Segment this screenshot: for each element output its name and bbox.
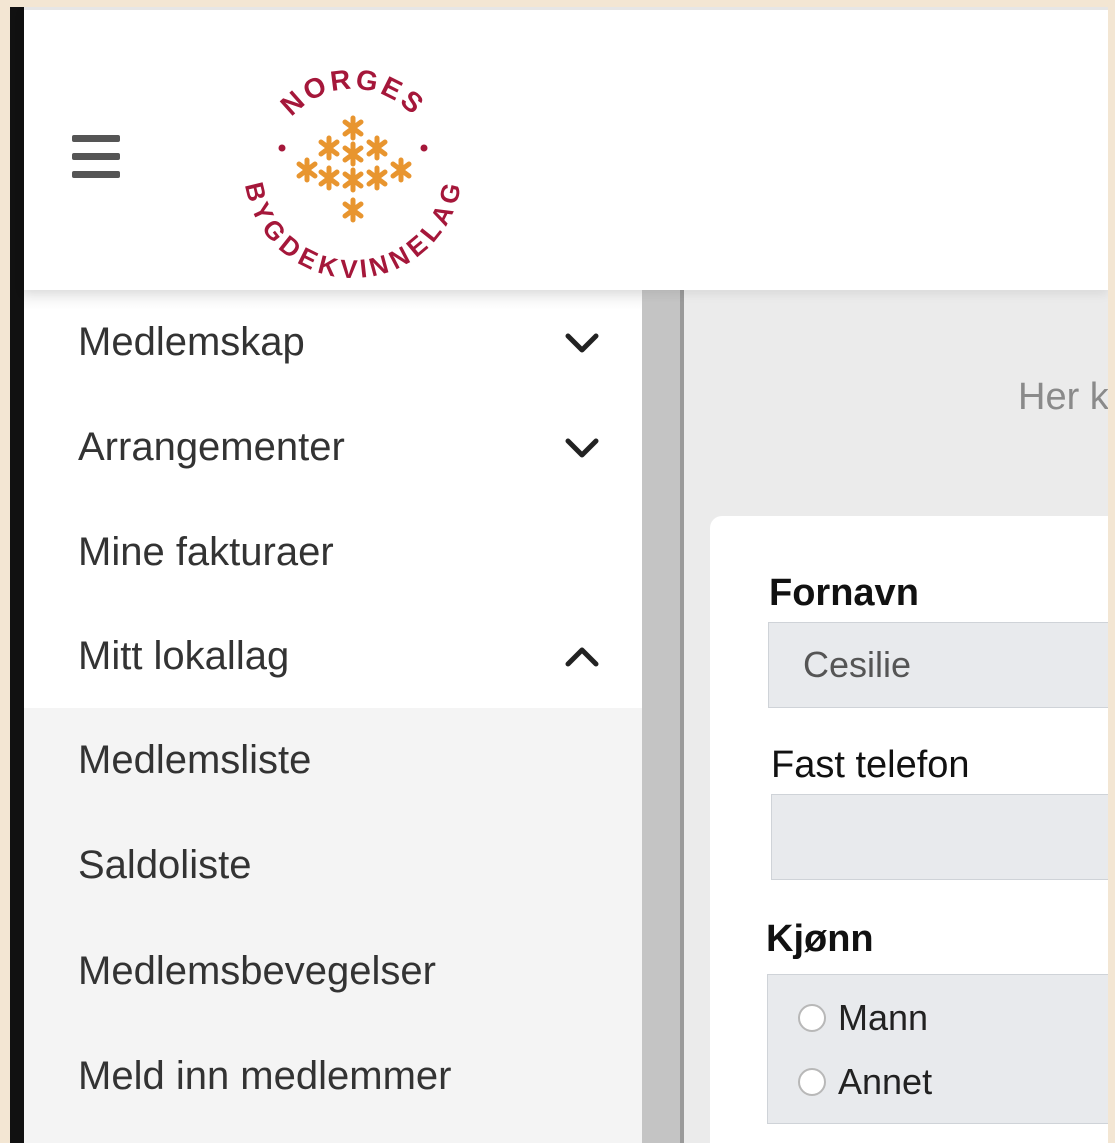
submenu-item-label: Meld inn medlemmer (78, 1054, 452, 1098)
first-name-field[interactable] (768, 622, 1108, 708)
submenu-item-label: Medlemsbevegelser (78, 949, 436, 993)
submenu-item-label: Saldoliste (78, 843, 252, 887)
radio-label: Mann (838, 997, 929, 1038)
submenu-item-medlemsbevegelser[interactable]: Medlemsbevegelser (24, 919, 642, 1024)
logo-bottom-text: BYGDEKVINNELAG (244, 179, 462, 278)
sidebar-item-mitt-lokallag[interactable]: Mitt lokallag (24, 604, 642, 709)
radio-label: Annet (838, 1061, 933, 1102)
sidebar-item-label: Mitt lokallag (78, 634, 290, 678)
main-content: Her k Fornavn Fast telefon Kjønn Mann An… (684, 290, 1108, 1143)
submenu-item-saldoliste[interactable]: Saldoliste (24, 813, 642, 918)
gender-label: Kjønn (766, 918, 874, 960)
sidebar-scrollbar[interactable] (642, 290, 680, 1143)
svg-text:NORGES: NORGES (275, 63, 432, 121)
sidebar-item-label: Mine fakturaer (78, 530, 334, 574)
submenu-item-medlemsliste[interactable]: Medlemsliste (24, 708, 642, 813)
sidebar-item-label: Medlemskap (78, 320, 305, 364)
first-name-label: Fornavn (769, 572, 919, 614)
radio-button[interactable] (798, 1068, 826, 1096)
gender-radio-group: Mann Annet (767, 974, 1108, 1124)
sidebar-item-medlemskap[interactable]: Medlemskap (24, 290, 642, 395)
chevron-up-icon[interactable] (562, 637, 602, 677)
header: NORGES BYGDEKVINNELAG (24, 7, 1108, 290)
app-window: NORGES BYGDEKVINNELAG Me (10, 7, 1108, 1143)
intro-text: Her k (1018, 376, 1108, 418)
hamburger-menu-icon[interactable] (72, 135, 122, 179)
gender-option-annet[interactable]: Annet (798, 1061, 932, 1103)
window-edge (10, 7, 24, 1143)
svg-text:BYGDEKVINNELAG: BYGDEKVINNELAG (244, 179, 462, 278)
phone-label: Fast telefon (771, 744, 970, 786)
sidebar-item-label: Arrangementer (78, 425, 345, 469)
radio-button[interactable] (798, 1004, 826, 1032)
norges-bygdekvinnelag-logo[interactable]: NORGES BYGDEKVINNELAG (244, 60, 462, 278)
sidebar-nav: Medlemskap Arrangementer Mine fakturaer … (24, 290, 642, 1143)
sidebar-item-arrangementer[interactable]: Arrangementer (24, 395, 642, 500)
profile-form-card: Fornavn Fast telefon Kjønn Mann Annet (710, 516, 1108, 1143)
submenu-mitt-lokallag: Medlemsliste Saldoliste Medlemsbevegelse… (24, 708, 642, 1143)
wheat-pattern-icon (296, 115, 412, 223)
chevron-down-icon[interactable] (562, 428, 602, 468)
submenu-item-label: Medlemsliste (78, 738, 312, 782)
submenu-item-meld-inn-medlemmer[interactable]: Meld inn medlemmer (24, 1024, 642, 1129)
gender-option-mann[interactable]: Mann (798, 997, 928, 1039)
sidebar-item-mine-fakturaer[interactable]: Mine fakturaer (24, 500, 642, 605)
phone-field[interactable] (771, 794, 1108, 880)
chevron-down-icon[interactable] (562, 323, 602, 363)
logo-top-text: NORGES (275, 63, 429, 121)
